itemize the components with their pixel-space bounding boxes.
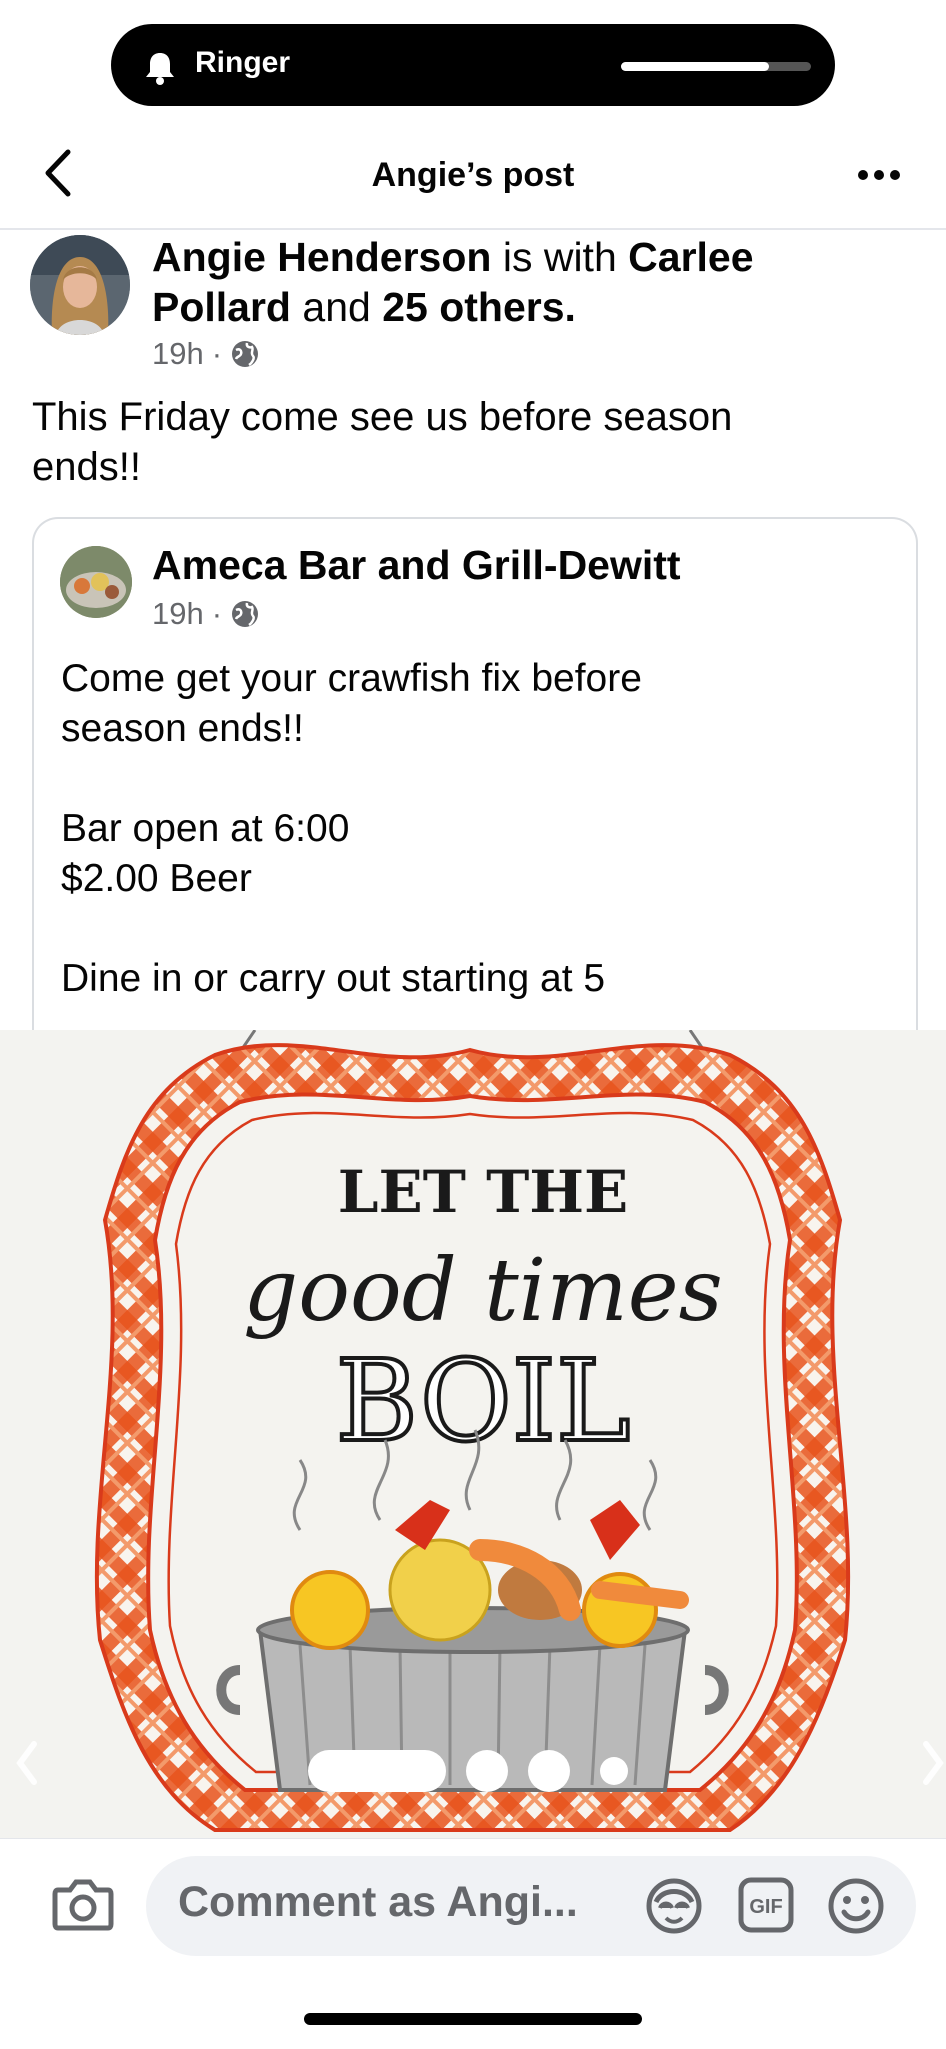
post-author-line: Angie Henderson is with Carlee Pollard a… — [152, 232, 852, 332]
post-text-line: This Friday come see us before season — [32, 395, 733, 439]
header-divider — [0, 228, 946, 230]
shared-text-line: Dine in or carry out starting at 5 — [61, 957, 606, 1000]
bell-icon — [146, 53, 174, 85]
avatar-sticker-icon[interactable] — [644, 1876, 704, 1936]
post-meta: 19h · — [152, 336, 260, 372]
post-text-line: ends!! — [32, 445, 141, 489]
shared-post-time[interactable]: 19h — [152, 596, 204, 632]
with-text: is with — [502, 234, 617, 280]
carousel-dot[interactable] — [528, 1750, 570, 1792]
image-text-line3: BOIL — [336, 1337, 631, 1467]
volume-bar — [621, 62, 811, 71]
page-title: Angie’s post — [371, 156, 575, 194]
post-image[interactable]: LET THE good times BOIL — [0, 1030, 946, 1838]
globe-icon — [232, 601, 259, 627]
post-body: This Friday come see us before season en… — [32, 392, 892, 492]
more-dots-icon[interactable] — [858, 170, 900, 180]
shared-text-line: $2.00 Beer — [61, 857, 252, 900]
avatar[interactable] — [30, 235, 130, 335]
svg-text:GIF: GIF — [749, 1896, 782, 1918]
image-text-line2: good times — [243, 1241, 723, 1341]
comment-placeholder[interactable]: Comment as Angi... — [178, 1878, 578, 1927]
gif-icon[interactable]: GIF — [737, 1876, 795, 1934]
post-time[interactable]: 19h — [152, 336, 204, 372]
meta-separator: · — [211, 336, 223, 371]
emoji-icon[interactable] — [826, 1876, 886, 1936]
tagged-others[interactable]: 25 others. — [382, 284, 576, 330]
meta-separator: · — [211, 596, 223, 631]
shared-text-line: Come get your crawfish fix before — [61, 657, 642, 700]
and-text: and — [302, 284, 371, 330]
shared-text-line: season ends!! — [61, 707, 304, 750]
shared-text-line: Bar open at 6:00 — [61, 807, 350, 850]
image-text-line1: LET THE — [338, 1158, 629, 1226]
shared-text-line — [61, 904, 891, 954]
ringer-notification: Ringer — [111, 24, 835, 106]
ringer-label: Ringer — [195, 46, 291, 79]
page-avatar[interactable] — [60, 546, 132, 618]
shared-text-line — [61, 754, 891, 804]
shared-post-body: Come get your crawfish fix before season… — [61, 654, 891, 1004]
author-name[interactable]: Angie Henderson — [152, 234, 491, 280]
carousel-indicator — [308, 1750, 628, 1792]
globe-icon — [232, 341, 259, 367]
camera-icon[interactable] — [52, 1876, 114, 1932]
carousel-dot-active[interactable] — [308, 1750, 446, 1792]
shared-post-meta: 19h · — [152, 596, 260, 632]
home-indicator[interactable] — [304, 2013, 642, 2025]
volume-fill — [621, 62, 770, 71]
page-name[interactable]: Ameca Bar and Grill-Dewitt — [152, 542, 681, 589]
carousel-prev-icon[interactable] — [12, 1738, 42, 1788]
carousel-dot[interactable] — [600, 1757, 628, 1785]
carousel-next-icon[interactable] — [920, 1738, 946, 1788]
crawfish-boil-sign-image: LET THE good times BOIL — [0, 1030, 946, 1838]
carousel-dot[interactable] — [466, 1750, 508, 1792]
